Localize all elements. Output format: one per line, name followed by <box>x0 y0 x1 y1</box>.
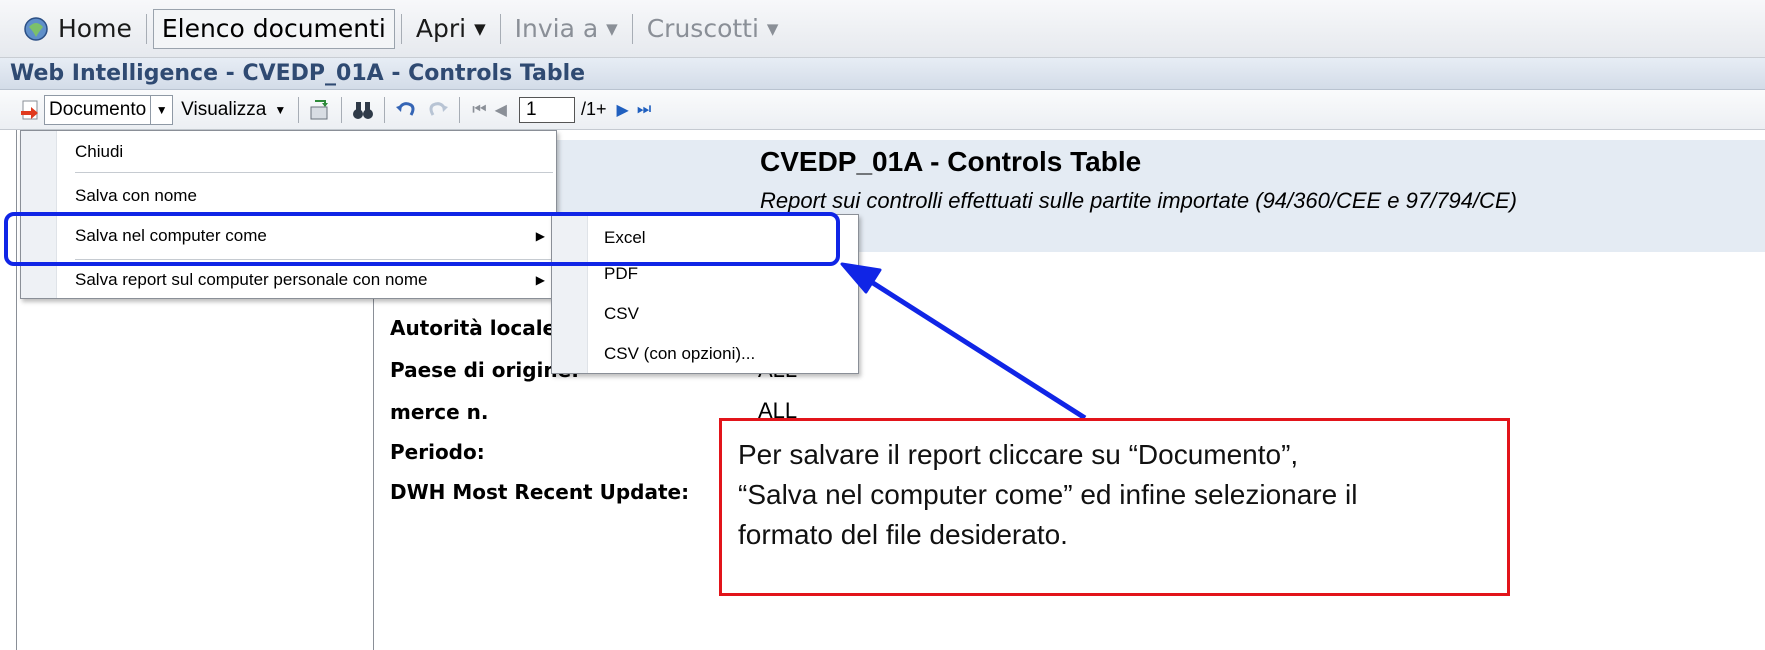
document-label[interactable]: Documento <box>44 94 152 125</box>
toolbar-separator <box>384 96 386 123</box>
menu-item-save-report-personal[interactable]: Salva report sul computer personale con … <box>75 265 555 295</box>
menu-item-save-report-personal-label: Salva report sul computer personale con … <box>75 270 428 289</box>
field-label-goods-number: merce n. <box>390 400 489 424</box>
chevron-down-icon: ▼ <box>766 19 779 38</box>
refresh-data-icon[interactable] <box>307 97 333 123</box>
find-binoculars-icon[interactable] <box>350 97 376 123</box>
dashboards-label: Cruscotti <box>646 14 759 43</box>
document-export-icon <box>21 100 38 119</box>
view-label: Visualizza <box>181 98 267 120</box>
chevron-down-icon[interactable]: ▼ <box>151 94 174 125</box>
documents-list-tab[interactable]: Elenco documenti <box>152 8 395 49</box>
top-navigation-bar: Home Elenco documenti Apri ▼ Invia a ▼ C… <box>0 0 1765 58</box>
send-to-label: Invia a <box>514 14 599 43</box>
callout-line-3: formato del file desiderato. <box>738 519 1068 550</box>
highlight-box <box>4 212 840 266</box>
callout-line-1: Per salvare il report cliccare su “Docum… <box>738 439 1299 470</box>
menu-separator <box>75 172 553 173</box>
page-number-input[interactable]: 1 <box>518 96 575 123</box>
field-label-period: Periodo: <box>390 440 485 464</box>
send-to-menu[interactable]: Invia a ▼ <box>507 9 626 49</box>
field-label-dwh-update: DWH Most Recent Update: <box>390 480 690 504</box>
nav-separator <box>145 13 147 44</box>
home-link[interactable]: Home <box>14 9 140 49</box>
previous-page-icon[interactable]: ◀ <box>495 100 507 120</box>
nav-separator <box>499 13 501 44</box>
chevron-down-icon: ▼ <box>474 19 486 38</box>
chevron-down-icon: ▼ <box>606 19 618 38</box>
submenu-item-csv[interactable]: CSV <box>604 299 639 329</box>
open-label: Apri <box>415 14 467 43</box>
toolbar-separator <box>341 96 343 123</box>
callout-line-2: “Salva nel computer come” ed infine sele… <box>738 479 1358 510</box>
first-page-icon[interactable]: ⏮ <box>472 101 486 119</box>
chevron-down-icon: ▼ <box>274 102 287 117</box>
menu-item-close[interactable]: Chiudi <box>75 137 555 167</box>
toolbar-separator <box>459 96 461 123</box>
submenu-item-csv-options[interactable]: CSV (con opzioni)... <box>604 339 755 369</box>
redo-icon[interactable] <box>425 97 451 123</box>
toolbar: Documento ▼ Visualizza ▼ ⏮ ◀ 1 /1+ ▶ ⏭ <box>0 90 1765 130</box>
undo-icon[interactable] <box>393 97 419 123</box>
window-title: Web Intelligence - CVEDP_01A - Controls … <box>0 58 1765 90</box>
report-title: CVEDP_01A - Controls Table <box>760 146 1142 177</box>
toolbar-separator <box>298 96 300 123</box>
home-label: Home <box>58 14 132 43</box>
page-total: /1+ <box>580 99 607 119</box>
home-icon <box>24 16 48 41</box>
dashboards-menu[interactable]: Cruscotti ▼ <box>639 9 787 49</box>
open-menu[interactable]: Apri ▼ <box>408 9 494 49</box>
nav-separator <box>631 13 633 44</box>
next-page-icon[interactable]: ▶ <box>617 100 629 120</box>
report-subtitle: Report sui controlli effettuati sulle pa… <box>760 188 1517 213</box>
submenu-arrow-icon: ▶ <box>535 273 545 287</box>
nav-separator <box>400 13 402 44</box>
instruction-callout: Per salvare il report cliccare su “Docum… <box>719 418 1510 596</box>
documents-list-label: Elenco documenti <box>161 14 386 43</box>
document-menu-button[interactable]: Documento ▼ <box>14 94 177 125</box>
view-menu-button[interactable]: Visualizza ▼ <box>177 95 290 125</box>
menu-item-save-as[interactable]: Salva con nome <box>75 181 555 211</box>
field-label-local-authority: Autorità locale <box>390 316 557 340</box>
last-page-icon[interactable]: ⏭ <box>637 101 651 119</box>
